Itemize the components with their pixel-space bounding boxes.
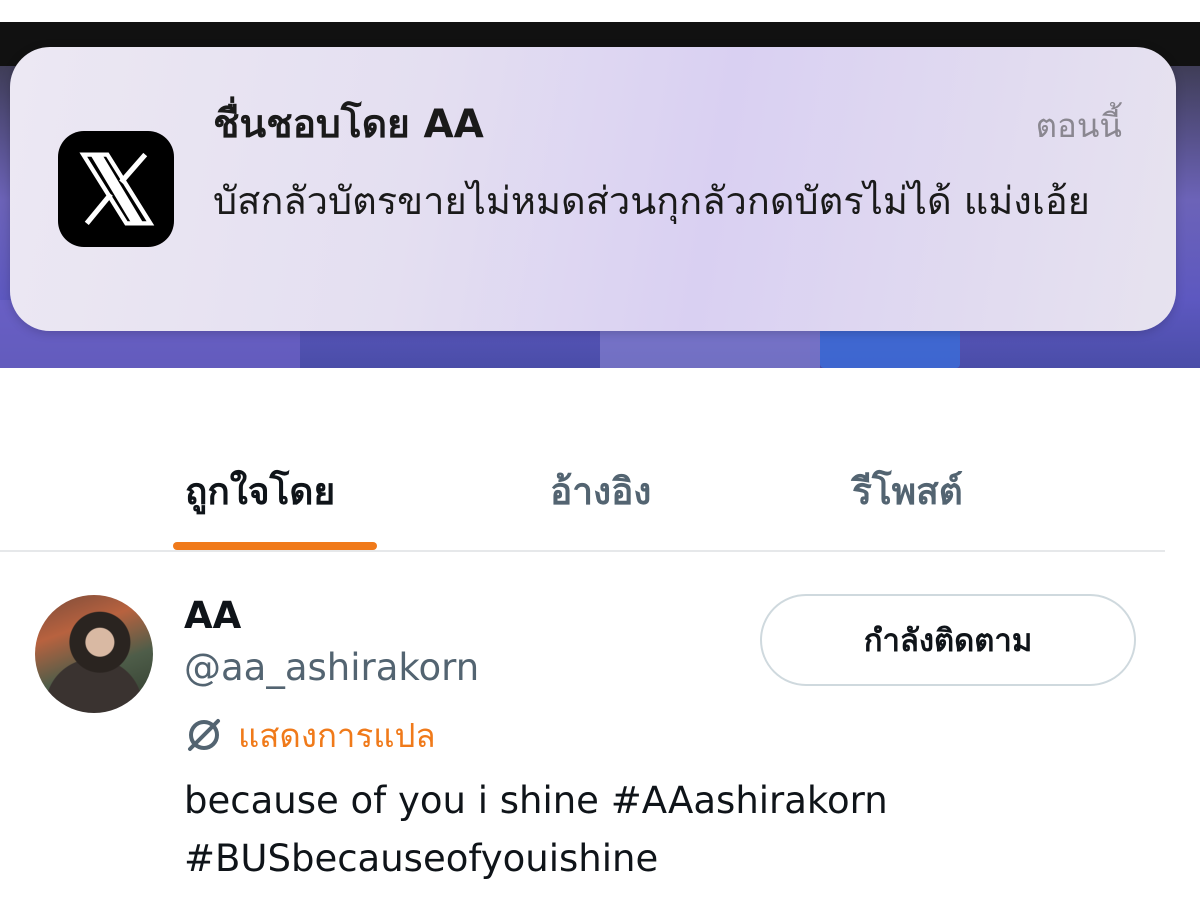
x-logo-icon — [58, 131, 174, 247]
background-shape — [600, 330, 820, 368]
following-button[interactable]: กำลังติดตาม — [760, 594, 1136, 686]
user-handle[interactable]: @aa_ashirakorn — [184, 646, 479, 689]
tab-reposts[interactable]: รีโพสต์ — [852, 462, 963, 521]
active-tab-indicator — [173, 542, 377, 550]
globe-slash-icon — [188, 719, 220, 751]
tab-bar: ถูกใจโดย อ้างอิง รีโพสต์ — [0, 368, 1165, 552]
user-bio: because of you i shine #AAashirakorn #BU… — [184, 779, 888, 880]
tab-liked-by[interactable]: ถูกใจโดย — [185, 462, 335, 521]
notification-time: ตอนนี้ — [1035, 106, 1122, 145]
notification-body: บัสกลัวบัตรขายไม่หมดส่วนกุกลัวกดบัตรไม่ไ… — [213, 179, 1090, 223]
screen: ชื่นชอบโดย AA ตอนนี้ บัสกลัวบัตรขายไม่หม… — [0, 0, 1200, 919]
show-translation-label: แสดงการแปล — [238, 715, 436, 755]
tab-quotes[interactable]: อ้างอิง — [550, 462, 651, 521]
user-display-name[interactable]: AA — [184, 594, 241, 637]
notification-title: ชื่นชอบโดย AA — [213, 102, 484, 147]
x-logo-glyph — [79, 152, 155, 226]
avatar[interactable] — [35, 595, 153, 713]
push-notification[interactable]: ชื่นชอบโดย AA ตอนนี้ บัสกลัวบัตรขายไม่หม… — [10, 47, 1176, 331]
show-translation-link[interactable]: แสดงการแปล — [184, 713, 436, 757]
